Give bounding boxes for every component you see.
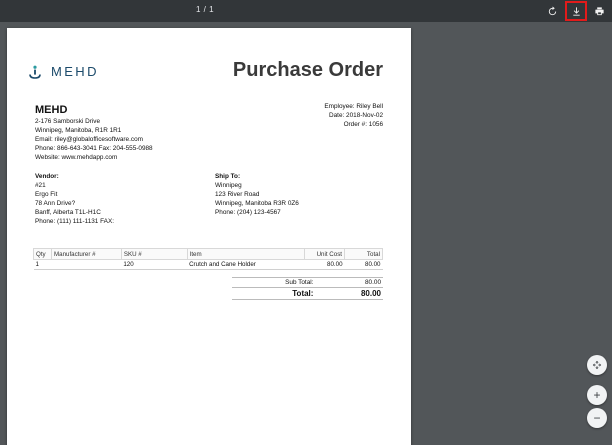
minus-icon: − — [593, 411, 601, 425]
employee-line: Employee: Riley Bell — [324, 103, 383, 110]
total-row: Total: 80.00 — [232, 287, 383, 300]
date-line: Date: 2018-Nov-02 — [329, 112, 383, 120]
company-address-2: Winnipeg, Manitoba, R1R 1R1 — [35, 127, 122, 135]
vendor-label: Vendor: — [35, 173, 59, 180]
print-button[interactable] — [590, 2, 608, 20]
download-button[interactable] — [565, 1, 587, 21]
company-name: MEHD — [35, 104, 68, 116]
totals-table: Sub Total: 80.00 Total: 80.00 — [232, 277, 383, 300]
ship-to-line: Phone: (204) 123-4567 — [215, 209, 281, 217]
pdf-toolbar: 1 / 1 — [0, 0, 612, 22]
ship-to-block: Ship To: Winnipeg 123 River Road Winnipe… — [215, 172, 299, 217]
subtotal-row: Sub Total: 80.00 — [232, 277, 383, 288]
cell-sku: 120 — [121, 259, 188, 270]
pdf-page: MEHD Purchase Order MEHD 2-176 Samborski… — [7, 28, 411, 445]
vendor-line: 78 Ann Drive? — [35, 200, 76, 208]
column-header: Unit Cost — [304, 248, 346, 260]
ship-to-line: Winnipeg — [215, 182, 242, 190]
vendor-line: #21 — [35, 182, 46, 190]
pdf-viewer[interactable]: MEHD Purchase Order MEHD 2-176 Samborski… — [0, 22, 612, 445]
order-number-line: Order #: 1056 — [343, 121, 383, 129]
zoom-in-button[interactable]: + — [587, 385, 607, 405]
ship-to-line: Winnipeg, Manitoba R3R 0Z6 — [215, 200, 299, 208]
vendor-line: Phone: (111) 111-1131 FAX: — [35, 218, 114, 226]
zoom-out-button[interactable]: − — [587, 408, 607, 428]
plus-icon: + — [593, 388, 601, 402]
company-phone: Phone: 866-643-3041 Fax: 204-555-0988 — [35, 145, 153, 153]
cell-unit-cost: 80.00 — [304, 259, 345, 270]
ship-to-label: Ship To: — [215, 173, 241, 180]
company-address-1: 2-176 Samborski Drive — [35, 118, 100, 125]
cell-item: Crutch and Cane Holder — [187, 259, 305, 270]
column-header: Manufacturer # — [50, 248, 122, 260]
total-label: Total: — [232, 287, 336, 300]
ship-to-line: 123 River Road — [215, 191, 260, 199]
column-header: SKU # — [120, 248, 188, 260]
column-header: Item — [186, 248, 306, 260]
logo-icon — [29, 65, 41, 79]
document-title: Purchase Order — [232, 59, 383, 81]
rotate-icon — [548, 5, 556, 15]
company-details: 2-176 Samborski Drive Winnipeg, Manitoba… — [35, 117, 153, 162]
vendor-block: Vendor: #21 Ergo Fit 78 Ann Drive? Banff… — [35, 172, 114, 227]
total-value: 80.00 — [335, 287, 383, 300]
print-icon — [594, 6, 604, 15]
logo-text: MEHD — [51, 64, 99, 79]
items-table: Qty Manufacturer # SKU # Item Unit Cost … — [33, 248, 383, 270]
vendor-line: Ergo Fit — [35, 191, 58, 199]
fit-to-page-icon — [592, 360, 602, 370]
rotate-button[interactable] — [543, 2, 561, 20]
vendor-line: Banff, Alberta T1L-H1C — [35, 209, 101, 217]
column-header: Total — [344, 248, 383, 260]
table-header-row: Qty Manufacturer # SKU # Item Unit Cost … — [33, 248, 383, 260]
subtotal-value: 80.00 — [335, 277, 383, 288]
cell-manufacturer — [51, 259, 122, 270]
page-counter: 1 / 1 — [196, 5, 215, 14]
table-row: 1 120 Crutch and Cane Holder 80.00 80.00 — [33, 259, 383, 270]
cell-qty: 1 — [33, 259, 52, 270]
company-website: Website: www.mehdapp.com — [35, 154, 118, 162]
cell-total: 80.00 — [344, 259, 383, 270]
subtotal-label: Sub Total: — [232, 277, 336, 288]
fit-to-page-button[interactable] — [587, 355, 607, 375]
company-email: Email: riley@globalofficesoftware.com — [35, 136, 143, 144]
column-header: Qty — [33, 248, 52, 260]
company-logo: MEHD — [29, 64, 99, 79]
order-meta: Employee: Riley Bell Date: 2018-Nov-02 O… — [324, 102, 383, 129]
download-icon — [572, 6, 580, 16]
